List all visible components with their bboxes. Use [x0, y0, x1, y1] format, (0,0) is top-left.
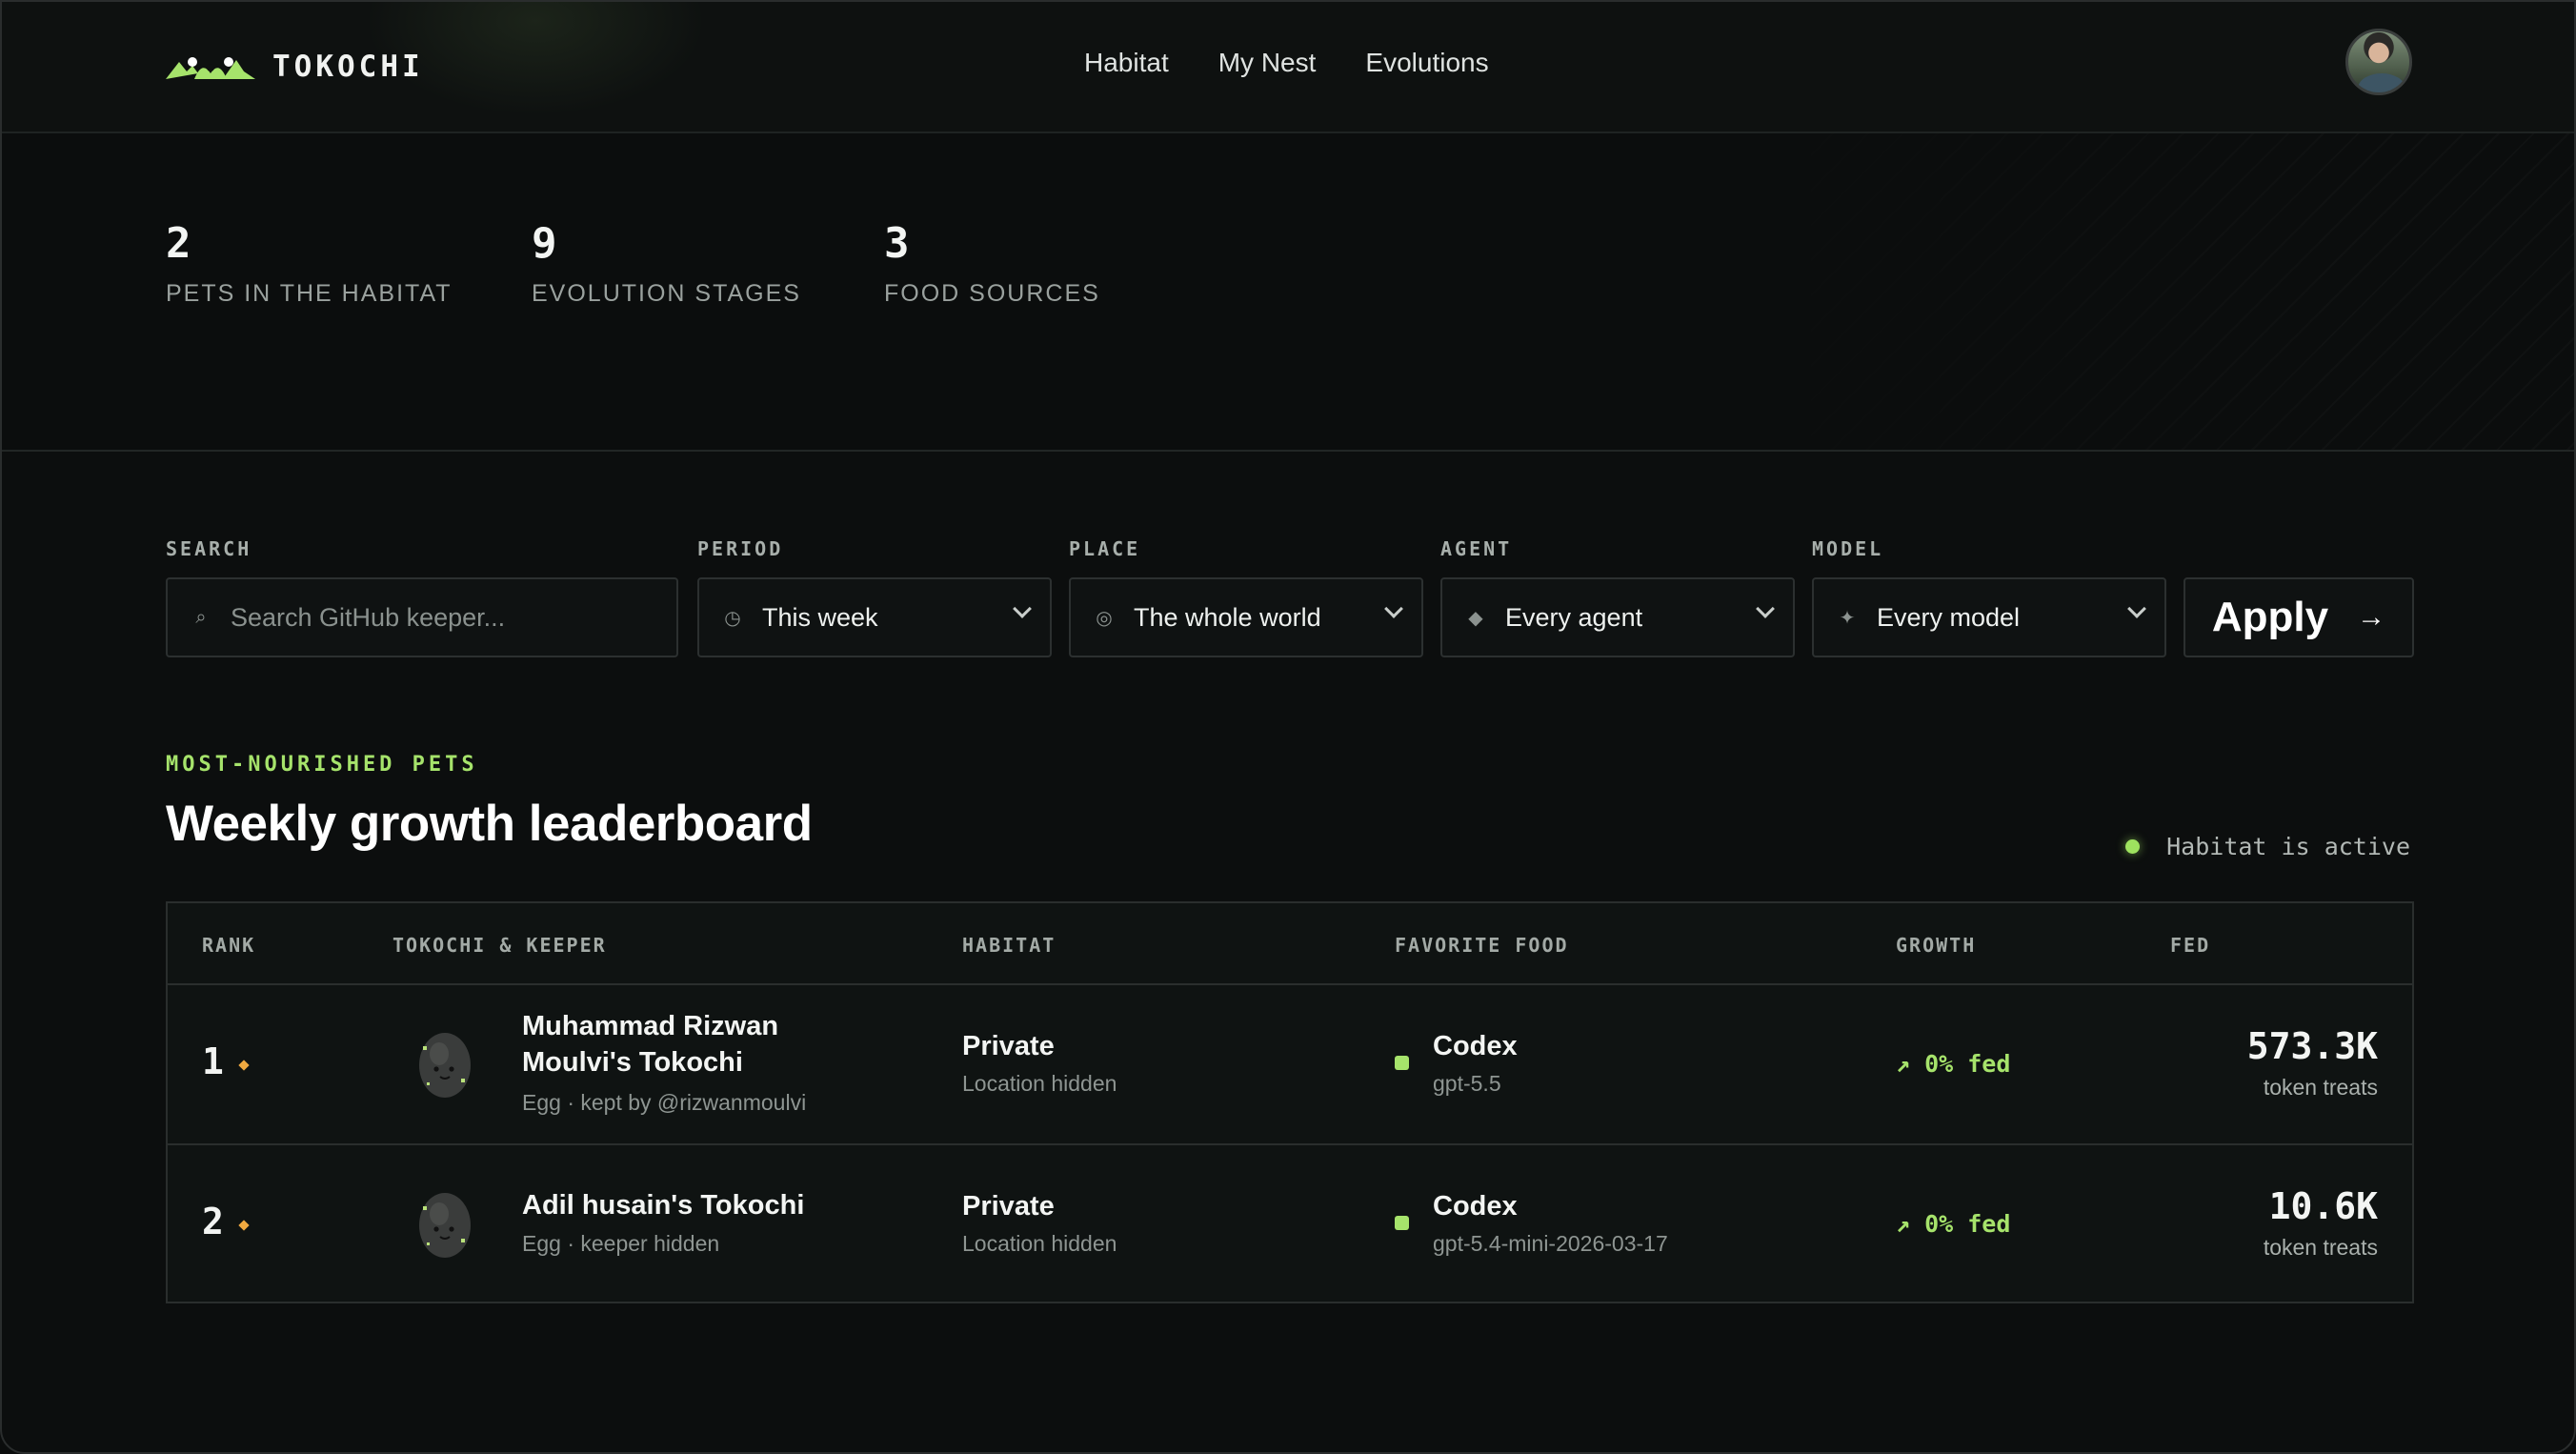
- place-select[interactable]: ◎ The whole world: [1069, 577, 1423, 657]
- tokochi-logo-icon: [166, 57, 255, 79]
- chevron-down-icon: [1013, 599, 1032, 618]
- habitat-location: Location hidden: [962, 1231, 1117, 1256]
- brand-logo-link[interactable]: TOKOCHI: [166, 48, 424, 86]
- agent-select[interactable]: ◆ Every agent: [1440, 577, 1795, 657]
- search-icon: ⌕: [195, 606, 207, 628]
- stat-food-sources-value: 3: [884, 219, 910, 268]
- model-label: MODEL: [1812, 537, 1884, 560]
- pet-name[interactable]: Muhammad Rizwan Moulvi's Tokochi: [522, 1008, 836, 1080]
- rank-number: 1: [202, 1040, 224, 1082]
- fed-amount: 573.3K: [2246, 1025, 2378, 1067]
- section-eyebrow: MOST-NOURISHED PETS: [166, 753, 478, 777]
- pet-keeper: Egg · kept by @rizwanmoulvi: [522, 1090, 807, 1115]
- habitat-location: Location hidden: [962, 1071, 1117, 1096]
- place-filter: PLACE ◎ The whole world: [1069, 537, 1423, 657]
- rank-marker-icon: [238, 1220, 250, 1231]
- column-header-growth: GROWTH: [1896, 934, 1977, 957]
- stat-evolution-stages: 9 EVOLUTION STAGES: [532, 217, 801, 308]
- avatar-shoulders: [2358, 73, 2405, 92]
- status-dot-icon: [2125, 839, 2141, 854]
- period-select[interactable]: ◷ This week: [697, 577, 1052, 657]
- model-filter: MODEL ✦ Every model: [1812, 537, 2166, 657]
- search-placeholder: Search GitHub keeper...: [231, 602, 506, 632]
- arrow-right-icon: →: [2357, 601, 2386, 633]
- leaderboard-filters: SEARCH ⌕ Search GitHub keeper... PERIOD …: [166, 537, 2414, 657]
- fed-amount: 10.6K: [2268, 1185, 2378, 1227]
- fed-unit: token treats: [2263, 1235, 2378, 1260]
- main-nav: Habitat My Nest Evolutions: [1084, 42, 1539, 84]
- stat-food-sources-label: FOOD SOURCES: [884, 280, 1100, 307]
- nav-item-evolutions[interactable]: Evolutions: [1365, 42, 1488, 84]
- stat-evolution-stages-value: 9: [532, 219, 557, 268]
- habitat-stats: 2 PETS IN THE HABITAT 9 EVOLUTION STAGES…: [2, 133, 2574, 452]
- place-value: The whole world: [1134, 602, 1321, 632]
- apply-button[interactable]: Apply →: [2184, 577, 2414, 657]
- food-name: Codex: [1433, 1191, 1518, 1222]
- pet-keeper: Egg · keeper hidden: [522, 1231, 720, 1256]
- egg-pet-icon: [419, 1033, 471, 1098]
- column-header-fed: FED: [2170, 934, 2211, 957]
- leaderboard-table: RANK TOKOCHI & KEEPER HABITAT FAVORITE F…: [166, 901, 2414, 1303]
- column-header-habitat: HABITAT: [962, 934, 1057, 957]
- food-model: gpt-5.5: [1433, 1071, 1501, 1096]
- clock-icon: ◷: [724, 607, 741, 629]
- fed-unit: token treats: [2263, 1075, 2378, 1100]
- period-filter: PERIOD ◷ This week: [697, 537, 1052, 657]
- search-input[interactable]: ⌕ Search GitHub keeper...: [166, 577, 678, 657]
- food-name: Codex: [1433, 1031, 1518, 1061]
- brand-name: TOKOCHI: [272, 50, 424, 84]
- column-header-tokochi-keeper: TOKOCHI & KEEPER: [392, 934, 607, 957]
- apply-label: Apply: [2211, 594, 2329, 640]
- period-label: PERIOD: [697, 537, 784, 560]
- nav-item-habitat[interactable]: Habitat: [1084, 42, 1169, 84]
- search-label: SEARCH: [166, 537, 252, 560]
- stat-pets: 2 PETS IN THE HABITAT: [166, 217, 453, 308]
- user-avatar[interactable]: [2345, 29, 2412, 95]
- food-model: gpt-5.4-mini-2026-03-17: [1433, 1231, 1668, 1256]
- food-indicator-icon: [1395, 1216, 1409, 1230]
- agent-value: Every agent: [1505, 602, 1643, 632]
- stat-pets-label: PETS IN THE HABITAT: [166, 280, 453, 307]
- pet-name[interactable]: Adil husain's Tokochi: [522, 1187, 836, 1223]
- table-row[interactable]: 1 Muhammad Rizwan Moulvi's Tokochi Egg ·…: [168, 985, 2412, 1143]
- nav-item-my-nest[interactable]: My Nest: [1218, 42, 1317, 84]
- app-window: TOKOCHI Habitat My Nest Evolutions 2 PET…: [0, 0, 2576, 1454]
- top-navigation-bar: TOKOCHI Habitat My Nest Evolutions: [2, 2, 2574, 133]
- habitat-name: Private: [962, 1191, 1055, 1222]
- stat-food-sources: 3 FOOD SOURCES: [884, 217, 1100, 308]
- agent-label: AGENT: [1440, 537, 1513, 560]
- diamond-icon: ◆: [1468, 607, 1483, 629]
- search-filter: SEARCH ⌕ Search GitHub keeper...: [166, 537, 678, 657]
- column-header-rank: RANK: [202, 934, 256, 957]
- rank-number: 2: [202, 1201, 224, 1242]
- chevron-down-icon: [1756, 599, 1775, 618]
- habitat-name: Private: [962, 1031, 1055, 1061]
- food-indicator-icon: [1395, 1056, 1409, 1070]
- agent-filter: AGENT ◆ Every agent: [1440, 537, 1795, 657]
- globe-icon: ◎: [1096, 607, 1113, 629]
- habitat-status-text: Habitat is active: [2166, 833, 2410, 860]
- model-select[interactable]: ✦ Every model: [1812, 577, 2166, 657]
- egg-pet-icon: [419, 1193, 471, 1258]
- stat-pets-value: 2: [166, 219, 191, 268]
- place-label: PLACE: [1069, 537, 1141, 560]
- table-header: RANK TOKOCHI & KEEPER HABITAT FAVORITE F…: [168, 903, 2412, 985]
- habitat-status: Habitat is active: [2125, 833, 2410, 860]
- rank-marker-icon: [238, 1060, 250, 1071]
- table-row[interactable]: 2 Adil husain's Tokochi Egg · keeper hid…: [168, 1143, 2412, 1302]
- period-value: This week: [762, 602, 878, 632]
- chevron-down-icon: [2127, 599, 2146, 618]
- page-title: Weekly growth leaderboard: [166, 796, 813, 852]
- column-header-favorite-food: FAVORITE FOOD: [1395, 934, 1569, 957]
- growth-value: ↗ 0% fed: [1896, 1210, 2011, 1238]
- chevron-down-icon: [1384, 599, 1403, 618]
- model-value: Every model: [1877, 602, 2021, 632]
- sparkle-icon: ✦: [1839, 607, 1856, 629]
- growth-value: ↗ 0% fed: [1896, 1050, 2011, 1078]
- stat-evolution-stages-label: EVOLUTION STAGES: [532, 280, 801, 307]
